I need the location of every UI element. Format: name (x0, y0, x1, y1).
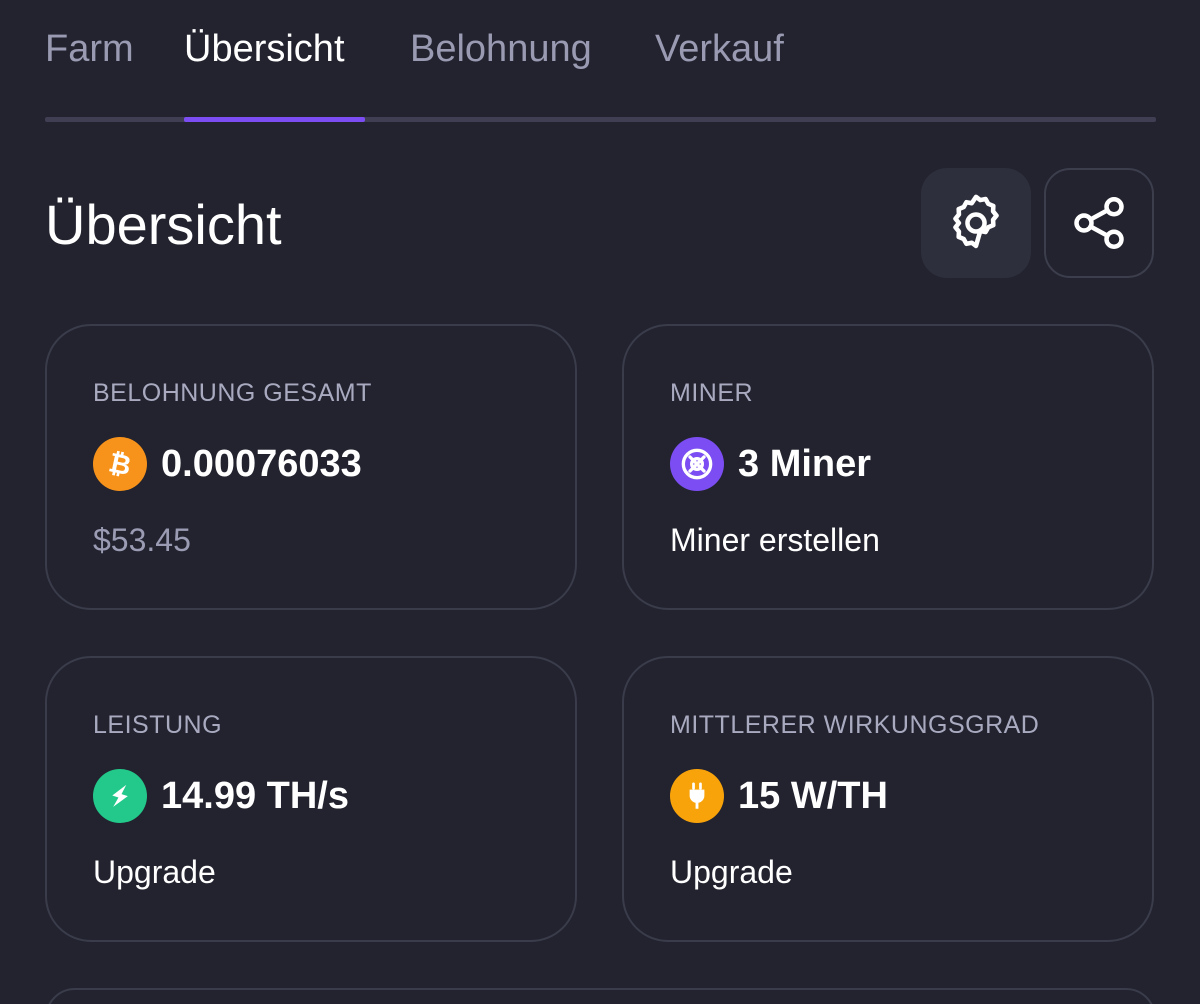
efficiency-upgrade-link[interactable]: Upgrade (670, 852, 793, 892)
card-label: MINER (670, 379, 754, 407)
efficiency-value: 15 W/TH (738, 775, 888, 817)
tab-bar: Farm Übersicht Belohnung Verkauf (45, 0, 1156, 122)
tab-belohnung[interactable]: Belohnung (410, 24, 592, 74)
share-button[interactable] (1044, 168, 1154, 278)
reward-value: 0.00076033 (161, 443, 362, 485)
hashrate-card: LEISTUNG 14.99 TH/s Upgrade (45, 656, 577, 942)
overview-screen: Farm Übersicht Belohnung Verkauf Übersic… (0, 0, 1200, 1004)
share-icon (1074, 197, 1124, 249)
settings-button[interactable] (921, 168, 1031, 278)
miner-card: MINER 3 Miner Miner erstellen (622, 324, 1154, 610)
hashrate-value: 14.99 TH/s (161, 775, 349, 817)
card-label: MITTLERER WIRKUNGSGRAD (670, 711, 1040, 739)
create-miner-link[interactable]: Miner erstellen (670, 520, 880, 560)
efficiency-card: MITTLERER WIRKUNGSGRAD 15 W/TH Upgrade (622, 656, 1154, 942)
tab-verkauf[interactable]: Verkauf (655, 24, 784, 74)
card-label: LEISTUNG (93, 711, 223, 739)
svg-text:₿: ₿ (106, 447, 134, 481)
miner-count: 3 Miner (738, 443, 872, 485)
tab-uebersicht[interactable]: Übersicht (184, 24, 345, 74)
plug-icon (670, 769, 724, 823)
card-value-row: 14.99 TH/s (93, 768, 349, 824)
reward-usd-value: $53.45 (93, 522, 191, 558)
card-value-row: ₿ 0.00076033 (93, 436, 362, 492)
hashrate-upgrade-link[interactable]: Upgrade (93, 852, 216, 892)
card-label: BELOHNUNG GESAMT (93, 379, 372, 407)
page-title: Übersicht (45, 193, 282, 256)
card-value-row: 3 Miner (670, 436, 871, 492)
gear-icon (953, 194, 999, 249)
lightning-icon (93, 769, 147, 823)
miner-icon (670, 437, 724, 491)
next-card-partial (45, 988, 1156, 1004)
bitcoin-icon: ₿ (93, 437, 147, 491)
active-tab-indicator (184, 117, 365, 122)
tab-farm[interactable]: Farm (45, 24, 134, 74)
total-reward-card: BELOHNUNG GESAMT ₿ 0.00076033 $53.45 (45, 324, 577, 610)
card-value-row: 15 W/TH (670, 768, 888, 824)
